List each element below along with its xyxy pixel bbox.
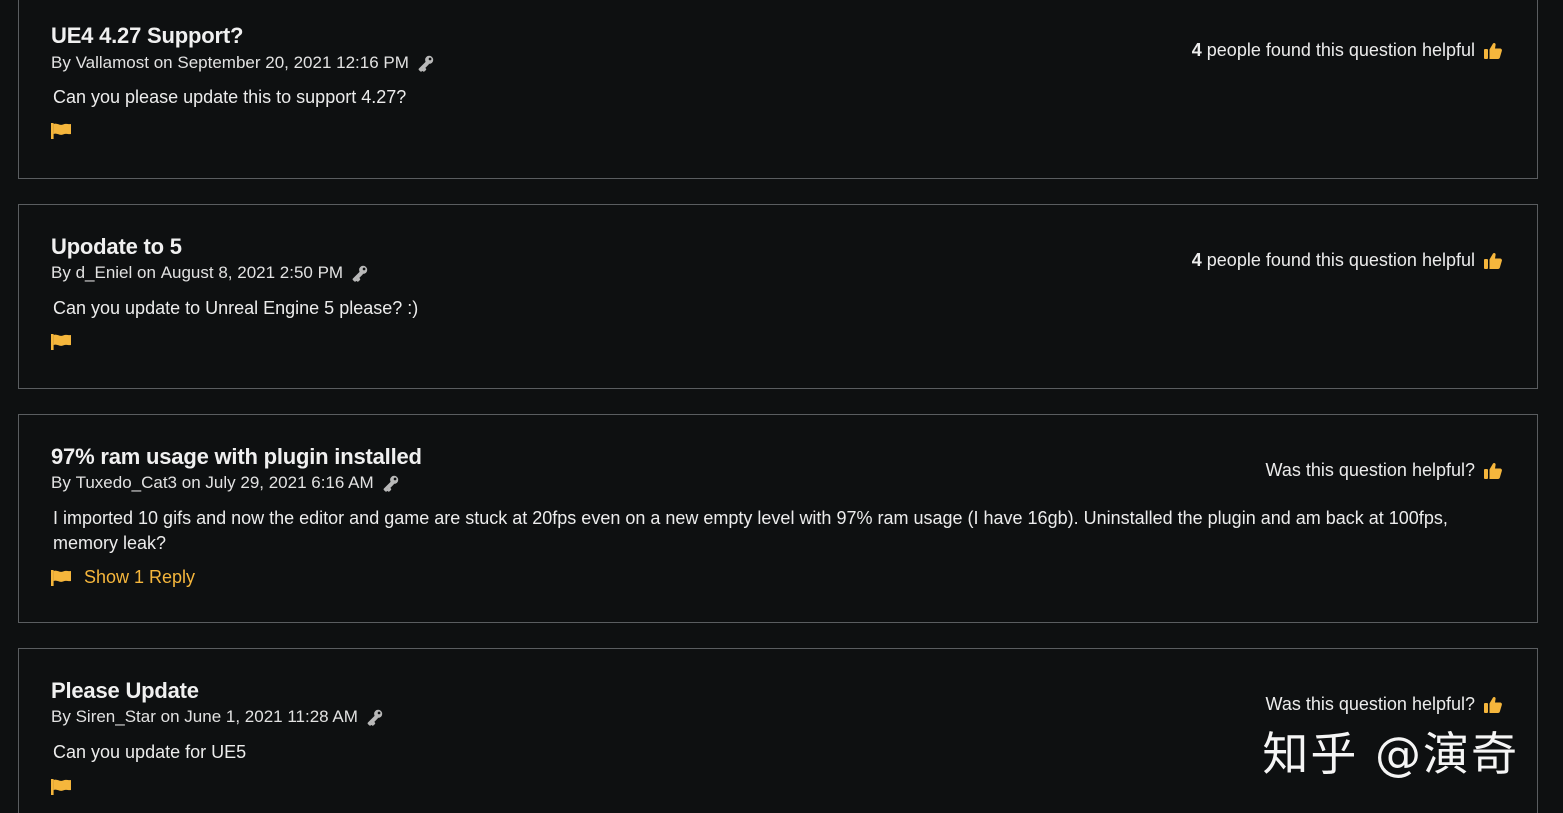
question-title: 97% ram usage with plugin installed — [51, 444, 422, 469]
flag-icon[interactable] — [51, 569, 72, 586]
helpful-vote[interactable]: 4 people found this question helpful — [1192, 40, 1503, 61]
question-card: Upodate to 5 By d_Eniel on August 8, 202… — [18, 204, 1538, 389]
helpful-vote[interactable]: Was this question helpful? — [1266, 460, 1503, 481]
author-prefix: By — [51, 707, 71, 726]
question-body: I imported 10 gifs and now the editor an… — [53, 508, 1448, 553]
show-replies-link[interactable]: Show 1 Reply — [84, 567, 195, 588]
flag-icon[interactable] — [51, 123, 72, 139]
question-meta: By d_Eniel on August 8, 2021 2:50 PM — [51, 263, 369, 283]
key-icon — [352, 265, 368, 282]
helpful-text: Was this question helpful? — [1265, 460, 1475, 480]
question-title: Upodate to 5 — [51, 234, 182, 259]
thumbs-up-icon[interactable] — [1483, 251, 1503, 271]
question-date: July 29, 2021 6:16 AM — [205, 473, 374, 492]
watermark: 知乎 @演奇 — [1262, 727, 1519, 781]
question-title: UE4 4.27 Support? — [51, 23, 244, 48]
author-link[interactable]: Tuxedo_Cat3 — [76, 473, 177, 493]
author-prefix: By — [51, 263, 71, 282]
question-date: August 8, 2021 2:50 PM — [160, 263, 344, 282]
question-actions — [51, 779, 72, 795]
date-prefix: on — [137, 263, 156, 282]
key-icon — [367, 709, 383, 726]
question-meta: By Tuxedo_Cat3 on July 29, 2021 6:16 AM — [51, 473, 400, 493]
helpful-text: Was this question helpful? — [1265, 694, 1475, 714]
author-prefix: By — [51, 53, 71, 72]
question-meta: By Siren_Star on June 1, 2021 11:28 AM — [51, 707, 384, 727]
helpful-text: people found this question helpful — [1206, 40, 1475, 60]
author-prefix: By — [51, 473, 71, 492]
question-date: September 20, 2021 12:16 PM — [177, 53, 409, 72]
question-actions: Show 1 Reply — [51, 567, 195, 588]
key-icon — [418, 55, 434, 72]
author-link[interactable]: Vallamost — [76, 53, 149, 73]
question-actions — [51, 334, 72, 350]
helpful-text: people found this question helpful — [1206, 250, 1475, 270]
thumbs-up-icon[interactable] — [1483, 41, 1503, 61]
question-card: 97% ram usage with plugin installed By T… — [18, 414, 1538, 623]
helpful-vote[interactable]: 4 people found this question helpful — [1192, 250, 1503, 271]
question-card: UE4 4.27 Support? By Vallamost on Septem… — [18, 0, 1538, 179]
question-body: Can you please update this to support 4.… — [53, 87, 407, 107]
question-body: Can you update to Unreal Engine 5 please… — [53, 298, 419, 318]
flag-icon[interactable] — [51, 779, 72, 795]
helpful-vote[interactable]: Was this question helpful? — [1266, 694, 1503, 715]
thumbs-up-icon[interactable] — [1483, 461, 1503, 481]
date-prefix: on — [160, 707, 180, 726]
question-meta: By Vallamost on September 20, 2021 12:16… — [51, 53, 435, 73]
thumbs-up-icon[interactable] — [1483, 695, 1503, 715]
flag-icon[interactable] — [51, 334, 72, 350]
question-actions — [51, 123, 72, 139]
helpful-count: 4 — [1191, 40, 1202, 60]
helpful-count: 4 — [1191, 250, 1202, 270]
question-date: June 1, 2021 11:28 AM — [184, 707, 358, 726]
date-prefix: on — [181, 473, 201, 492]
date-prefix: on — [153, 53, 173, 72]
question-title: Please Update — [51, 678, 199, 703]
questions-list: UE4 4.27 Support? By Vallamost on Septem… — [0, 0, 1563, 813]
key-icon — [383, 475, 398, 492]
author-link[interactable]: Siren_Star — [76, 707, 156, 727]
author-link[interactable]: d_Eniel — [76, 263, 133, 283]
